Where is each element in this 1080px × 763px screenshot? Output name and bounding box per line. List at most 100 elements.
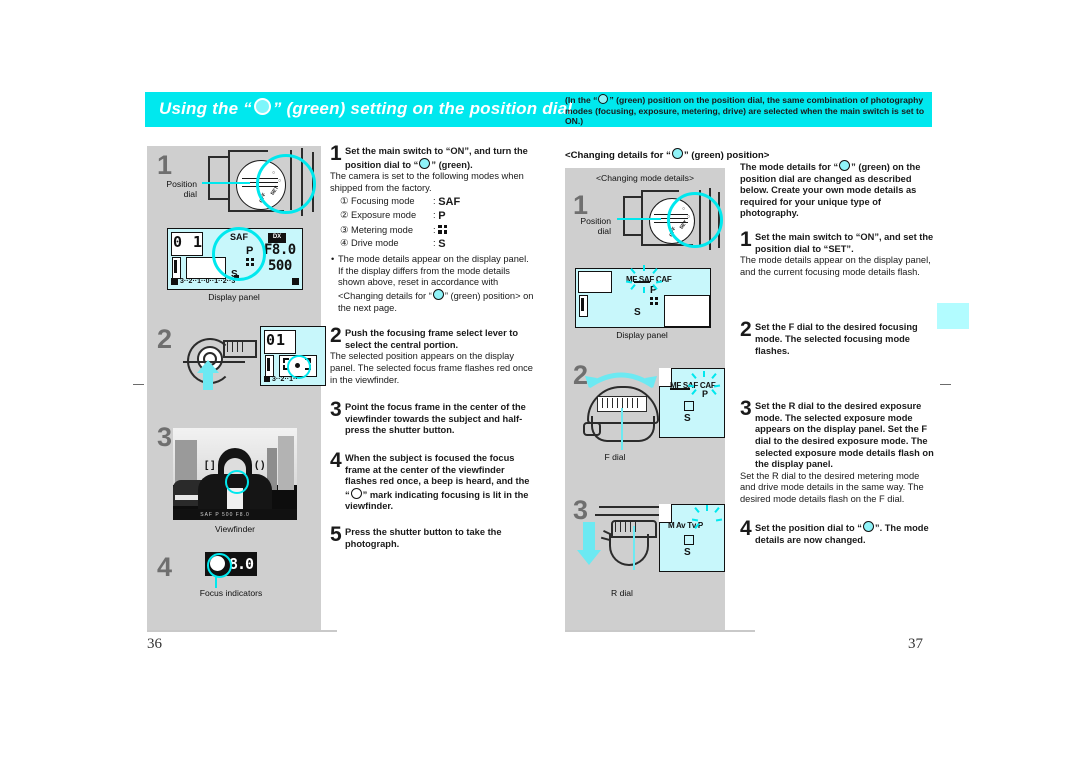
footer-rule-left bbox=[147, 630, 337, 632]
step-2-heading: Push the focusing frame select lever to … bbox=[345, 328, 519, 350]
display-panel-lcd-right-3: M Av Tv P S bbox=[659, 504, 725, 572]
right-step-2: 2 Set the F dial to the desired focusing… bbox=[740, 318, 935, 357]
step-2-body: The selected position appears on the dis… bbox=[330, 351, 533, 385]
page-number-left: 36 bbox=[147, 636, 162, 652]
step-1-note: • The mode details appear on the display … bbox=[331, 254, 534, 313]
right-step-4-heading: Set the position dial to “”. The mode de… bbox=[755, 521, 929, 546]
step-4-heading: When the subject is focused the focus fr… bbox=[345, 452, 530, 512]
green-position-icon bbox=[839, 160, 851, 171]
viewfinder-data-strip: SAF P 500 F8.0 bbox=[200, 512, 250, 518]
display-panel-lcd-2: 01 3··2··1·· bbox=[260, 326, 326, 386]
in-focus-circle-icon bbox=[350, 487, 362, 499]
crop-mark-left bbox=[133, 384, 144, 385]
focus-indicator-strip: 8.0 bbox=[205, 552, 257, 578]
drive-mode-indicator: S bbox=[634, 307, 641, 318]
title-pre: Using the “ bbox=[159, 99, 252, 118]
edge-index-tab bbox=[937, 303, 969, 329]
exposure-scale: 3··2··1··0··1··2··3 bbox=[180, 278, 236, 285]
step-1: 1 Set the main switch to “ON”, and turn … bbox=[330, 142, 535, 314]
step-3-heading: Point the focus frame in the center of t… bbox=[345, 402, 526, 436]
step-5: 5 Press the shutter button to take the p… bbox=[330, 524, 535, 550]
right-step-2-heading: Set the F dial to the desired focusing m… bbox=[755, 322, 918, 356]
r-dial-caption: R dial bbox=[611, 588, 633, 598]
focusing-mode-value: SAF bbox=[438, 196, 461, 209]
illus-step-number-2: 2 bbox=[157, 324, 173, 354]
display-panel-lcd-right-1: MF SAF CAF P S bbox=[575, 265, 711, 328]
flashing-rays bbox=[687, 371, 721, 395]
mode-row-focusing: ① Focusing mode: SAF bbox=[340, 196, 461, 209]
rotation-arrow-icon bbox=[585, 372, 657, 389]
shutter-speed-value: 500 bbox=[268, 258, 292, 274]
drive-mode-indicator: S bbox=[684, 413, 691, 424]
green-position-icon bbox=[862, 521, 874, 533]
step-number-2: 2 bbox=[330, 324, 342, 348]
illus-step-number-3: 3 bbox=[157, 422, 173, 452]
changing-mode-details-heading: <Changing mode details> bbox=[596, 173, 694, 183]
step-3: 3 Point the focus frame in the center of… bbox=[330, 398, 535, 437]
aperture-value: F8.0 bbox=[264, 242, 296, 258]
manual-page-spread: Using the “ ” (green) setting on the posi… bbox=[0, 0, 1080, 763]
green-position-icon bbox=[432, 289, 444, 301]
flashing-rays bbox=[625, 265, 663, 293]
illus-step-number-1: 1 bbox=[157, 150, 173, 180]
factory-mode-list: ① Focusing mode: SAF ② Exposure mode: P ③M… bbox=[340, 196, 535, 250]
focus-indicators-caption: Focus indicators bbox=[199, 588, 263, 598]
exposure-scale: 3··2··1·· bbox=[272, 376, 298, 383]
right-step-3: 3 Set the R dial to the desired exposure… bbox=[740, 397, 935, 505]
drive-mode-indicator: S bbox=[684, 547, 691, 558]
mode-row-drive: ④ Drive mode: S bbox=[340, 237, 446, 250]
green-position-icon bbox=[253, 98, 271, 115]
step-5-heading: Press the shutter button to take the pho… bbox=[345, 526, 502, 549]
mode-row-exposure: ② Exposure mode: P bbox=[340, 210, 446, 223]
focus-indicator-value: 8.0 bbox=[229, 555, 254, 573]
step-number-4: 4 bbox=[740, 517, 752, 541]
illus-step-number-4: 4 bbox=[157, 552, 173, 582]
camera-top-dial-drawing: ○ ○ SET OFF bbox=[617, 188, 725, 254]
dial-highlight-ring bbox=[256, 154, 316, 214]
right-step-1: 1 Set the main switch to “ON”, and set t… bbox=[740, 227, 935, 278]
focus-frame-select-lever-drawing bbox=[183, 328, 257, 392]
exposure-mode-value: P bbox=[438, 210, 446, 223]
focus-frame-left: [ ] bbox=[205, 460, 215, 471]
step-number-3: 3 bbox=[330, 398, 342, 422]
viewfinder-caption: Viewfinder bbox=[215, 524, 255, 534]
right-step-3-heading: Set the R dial to the desired exposure m… bbox=[755, 401, 934, 470]
drive-mode-value: S bbox=[438, 237, 446, 250]
green-position-icon bbox=[419, 157, 431, 169]
f-dial-caption: F dial bbox=[604, 452, 626, 462]
position-dial-label: Position dial bbox=[166, 179, 197, 199]
step-number-1: 1 bbox=[740, 227, 752, 251]
step-2: 2 Push the focusing frame select lever t… bbox=[330, 324, 535, 386]
step-number-3: 3 bbox=[740, 397, 752, 421]
f-dial-drawing bbox=[581, 364, 661, 450]
focus-circle-highlight bbox=[207, 553, 232, 578]
step-number-1: 1 bbox=[330, 142, 342, 165]
step-number-2: 2 bbox=[740, 318, 752, 342]
right-step-1-heading: Set the main switch to “ON”, and set the… bbox=[755, 231, 934, 254]
right-illustration-panel: <Changing mode details> 1 ○ ○ SET OFF Po bbox=[565, 168, 725, 631]
focus-frame-right: ( ) bbox=[255, 460, 265, 471]
page-title: Using the “ ” (green) setting on the posi… bbox=[159, 98, 572, 119]
right-step-3-body: Set the R dial to the desired metering m… bbox=[740, 470, 924, 504]
crop-mark-right bbox=[940, 384, 951, 385]
viewfinder-image: SAF P 500 F8.0 [ ] ( ) bbox=[173, 428, 297, 520]
step-1-body: The camera is set to the following modes… bbox=[330, 171, 524, 193]
left-illustration-panel: 1 ○ ○ SET OFF Position dial 0 1 SAF P DX… bbox=[147, 146, 326, 631]
display-panel-caption: Display panel bbox=[616, 330, 668, 340]
step-number-4: 4 bbox=[330, 448, 342, 472]
header-note-pre: (In the “ bbox=[565, 95, 598, 105]
position-dial-label: Position dial bbox=[580, 216, 611, 236]
step-4: 4 When the subject is focused the focus … bbox=[330, 448, 535, 513]
bullet-dot: • bbox=[331, 254, 335, 265]
frame-counter: 01 bbox=[266, 331, 287, 349]
display-panel-lcd-1: 0 1 SAF P S DX F8.0 500 3··2··1··0··1··2… bbox=[167, 227, 303, 290]
center-focus-highlight bbox=[225, 470, 249, 494]
right-intro: The mode details for “” (green) on the p… bbox=[740, 160, 921, 219]
camera-top-dial-drawing: ○ ○ SET OFF bbox=[202, 148, 320, 220]
right-section-heading: <Changing details for “” (green) positio… bbox=[565, 148, 770, 161]
title-post: ” (green) setting on the position dial bbox=[272, 99, 573, 118]
metering-mode-icon bbox=[650, 297, 659, 306]
r-dial-drawing bbox=[577, 500, 663, 586]
left-instruction-column: 1 Set the main switch to “ON”, and turn … bbox=[330, 142, 535, 559]
right-step-1-body: The mode details appear on the display p… bbox=[740, 255, 931, 277]
